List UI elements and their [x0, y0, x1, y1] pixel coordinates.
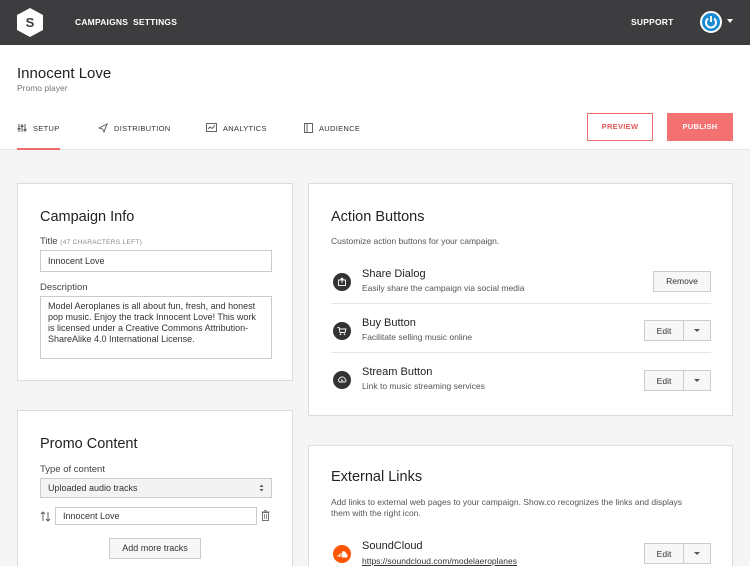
tab-distribution-label: DISTRIBUTION	[114, 123, 171, 133]
campaign-header: Innocent Love Promo player SETUP DISTRIB…	[0, 45, 750, 150]
nav-settings[interactable]: SETTINGS	[133, 17, 177, 27]
stream-button-options-toggle[interactable]	[684, 371, 710, 390]
stream-button-edit-split: Edit	[644, 370, 711, 391]
buy-button-name: Buy Button	[362, 317, 416, 329]
action-buttons-title: Action Buttons	[331, 209, 425, 225]
title-input[interactable]: Innocent Love	[40, 250, 272, 272]
nav-support[interactable]: SUPPORT	[631, 17, 674, 27]
select-arrows-icon	[259, 484, 264, 492]
logo-letter: S	[26, 15, 35, 30]
power-icon	[705, 16, 717, 29]
title-label-text: Title	[40, 236, 58, 247]
caret-down-icon	[694, 379, 700, 382]
stream-button-name: Stream Button	[362, 366, 433, 378]
divider	[331, 352, 711, 353]
buy-button-desc: Facilitate selling music online	[362, 332, 473, 342]
caret-down-icon	[694, 329, 700, 332]
analytics-chart-icon	[206, 123, 217, 132]
external-links-title: External Links	[331, 469, 423, 485]
stream-button-edit-button[interactable]: Edit	[645, 371, 684, 390]
action-buttons-card: Action Buttons Customize action buttons …	[308, 183, 733, 416]
buy-button-options-toggle[interactable]	[684, 321, 710, 340]
user-avatar[interactable]	[700, 11, 722, 33]
track-name-input[interactable]: Innocent Love	[55, 507, 257, 525]
soundcloud-options-toggle[interactable]	[684, 544, 710, 563]
page-subtitle: Promo player	[17, 83, 68, 93]
share-dialog-name: Share Dialog	[362, 268, 426, 280]
sliders-icon	[17, 124, 27, 132]
tab-analytics[interactable]: ANALYTICS	[206, 123, 267, 133]
showco-logo-icon[interactable]: S	[17, 8, 43, 37]
content-type-value: Uploaded audio tracks	[48, 483, 138, 493]
buy-button-edit-button[interactable]: Edit	[645, 321, 684, 340]
soundcloud-icon	[333, 545, 351, 563]
soundcloud-url-link[interactable]: https://soundcloud.com/modelaeroplanes	[362, 556, 517, 566]
external-links-card: External Links Add links to external web…	[308, 445, 733, 566]
promo-content-title: Promo Content	[40, 436, 138, 452]
preview-button[interactable]: PREVIEW	[587, 113, 653, 141]
action-buttons-intro: Customize action buttons for your campai…	[331, 236, 500, 246]
tab-audience[interactable]: AUDIENCE	[304, 123, 360, 133]
reorder-arrows-icon[interactable]	[40, 511, 51, 522]
description-textarea[interactable]: Model Aeroplanes is all about fun, fresh…	[40, 296, 272, 359]
buy-button-edit-split: Edit	[644, 320, 711, 341]
tab-audience-label: AUDIENCE	[319, 123, 361, 133]
share-dialog-desc: Easily share the campaign via social med…	[362, 283, 525, 293]
page-title: Innocent Love	[17, 65, 112, 82]
tab-setup[interactable]: SETUP	[17, 123, 60, 133]
description-label: Description	[40, 282, 88, 293]
add-more-tracks-button[interactable]: Add more tracks	[109, 538, 201, 559]
trash-icon[interactable]	[261, 510, 270, 521]
nav-campaigns[interactable]: CAMPAIGNS	[75, 17, 128, 27]
divider	[331, 303, 711, 304]
tab-distribution[interactable]: DISTRIBUTION	[98, 123, 171, 133]
tab-setup-label: SETUP	[33, 123, 60, 133]
tab-analytics-label: ANALYTICS	[223, 123, 267, 133]
title-field-label: Title (47 CHARACTERS LEFT)	[40, 236, 142, 247]
content-type-label: Type of content	[40, 464, 105, 475]
stream-button-desc: Link to music streaming services	[362, 381, 485, 391]
share-dialog-icon	[333, 273, 351, 291]
user-menu-caret-icon[interactable]	[727, 19, 733, 23]
publish-button[interactable]: PUBLISH	[667, 113, 733, 141]
title-characters-left: (47 CHARACTERS LEFT)	[60, 239, 143, 246]
campaign-info-title: Campaign Info	[40, 209, 135, 225]
content-type-select[interactable]: Uploaded audio tracks	[40, 478, 272, 498]
campaign-info-card: Campaign Info Title (47 CHARACTERS LEFT)…	[17, 183, 293, 381]
paper-plane-icon	[98, 123, 108, 133]
share-dialog-remove-button[interactable]: Remove	[653, 271, 711, 292]
external-links-intro: Add links to external web pages to your …	[331, 497, 683, 518]
stream-button-icon	[333, 371, 351, 389]
buy-button-cart-icon	[333, 322, 351, 340]
soundcloud-link-name: SoundCloud	[362, 540, 423, 552]
soundcloud-edit-split: Edit	[644, 543, 711, 564]
audience-book-icon	[304, 123, 313, 133]
top-nav-bar: S CAMPAIGNS SETTINGS SUPPORT	[0, 0, 750, 45]
promo-content-card: Promo Content Type of content Uploaded a…	[17, 410, 293, 566]
soundcloud-edit-button[interactable]: Edit	[645, 544, 684, 563]
caret-down-icon	[694, 552, 700, 555]
active-tab-indicator	[17, 148, 60, 150]
